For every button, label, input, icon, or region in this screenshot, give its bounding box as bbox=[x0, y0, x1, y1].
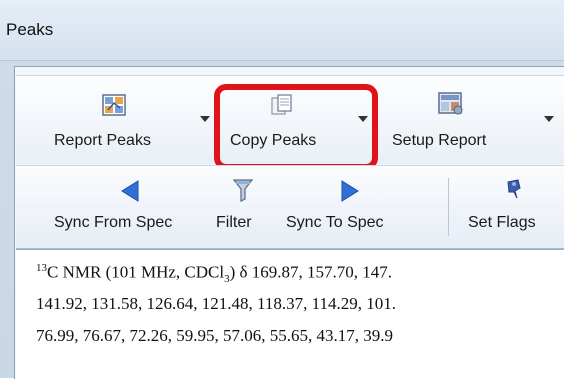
report-line-3: 76.99, 76.67, 72.26, 59.95, 57.06, 55.65… bbox=[36, 326, 393, 345]
sync-from-spec-button[interactable]: Sync From Spec bbox=[48, 172, 210, 242]
copy-peaks-label: Copy Peaks bbox=[230, 132, 317, 149]
report-peaks-icon bbox=[102, 94, 126, 121]
copy-peaks-dropdown-icon[interactable] bbox=[358, 116, 368, 122]
filter-button[interactable]: Filter bbox=[212, 172, 274, 242]
report-peaks-label: Report Peaks bbox=[54, 132, 151, 149]
title-bar: Peaks bbox=[0, 0, 564, 61]
sync-to-spec-button[interactable]: Sync To Spec bbox=[282, 172, 424, 242]
report-peaks-dropdown-icon[interactable] bbox=[200, 116, 210, 122]
isotope-superscript: 13 bbox=[36, 262, 47, 274]
filter-label: Filter bbox=[216, 214, 252, 231]
report-line-2: 141.92, 131.58, 126.64, 121.48, 118.37, … bbox=[36, 294, 396, 313]
report-peaks-button[interactable]: Report Peaks bbox=[48, 88, 208, 160]
window-title: Peaks bbox=[6, 20, 54, 39]
report-line-1-end: ) δ 169.87, 157.70, 147. bbox=[229, 262, 393, 282]
setup-report-button[interactable]: Setup Report bbox=[392, 88, 542, 160]
toolbar-separator bbox=[448, 178, 449, 236]
report-line-1-text: C NMR (101 MHz, CDCl bbox=[47, 262, 225, 282]
sync-to-spec-label: Sync To Spec bbox=[286, 214, 384, 231]
copy-peaks-button[interactable]: Copy Peaks bbox=[226, 88, 350, 160]
peaks-window: Peaks Report Peaks Copy Peaks Setup Repo… bbox=[0, 0, 564, 379]
set-flags-label: Set Flags bbox=[468, 214, 536, 231]
set-flags-button[interactable]: Set Flags bbox=[464, 172, 564, 242]
filter-icon bbox=[232, 178, 254, 207]
setup-report-dropdown-icon[interactable] bbox=[544, 116, 554, 122]
copy-peaks-icon bbox=[270, 94, 294, 123]
arrow-right-icon bbox=[340, 180, 360, 207]
setup-report-icon bbox=[438, 92, 464, 121]
setup-report-label: Setup Report bbox=[392, 132, 487, 149]
sync-from-spec-label: Sync From Spec bbox=[54, 214, 173, 231]
arrow-left-icon bbox=[120, 180, 140, 207]
pin-icon bbox=[504, 178, 524, 207]
report-line-1: 13C NMR (101 MHz, CDCl3) δ 169.87, 157.7… bbox=[36, 262, 392, 285]
peak-report-text[interactable]: 13C NMR (101 MHz, CDCl3) δ 169.87, 157.7… bbox=[16, 249, 564, 379]
